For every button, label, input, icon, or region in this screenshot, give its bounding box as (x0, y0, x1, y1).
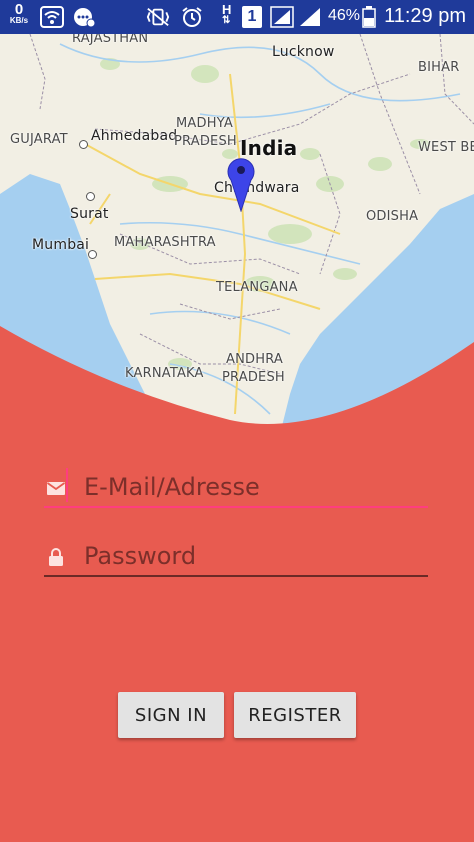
password-field-container (44, 537, 428, 577)
wifi-icon (40, 6, 64, 28)
sim-slot-badge: 1 (242, 6, 262, 28)
map-label-surat: Surat (70, 206, 109, 222)
map-label-pradesh-mp: PRADESH (174, 134, 237, 149)
email-field-container (44, 468, 428, 508)
location-pin-icon[interactable] (225, 154, 257, 212)
map-label-rajasthan: RAJASTHAN (72, 34, 149, 46)
battery-percent: 46% (328, 7, 361, 24)
signal-strength-icon (300, 8, 320, 26)
map-label-odisha: ODISHA (366, 209, 419, 224)
register-button[interactable]: REGISTER (234, 692, 356, 738)
alarm-icon (182, 7, 202, 27)
vibrate-mute-icon (146, 7, 170, 27)
map-label-ahmedabad: Ahmedabad (91, 128, 178, 144)
map-label-madhya: MADHYA (176, 116, 233, 131)
status-bar: 0 KB/s H ⇅ 1 46% 11:29 pm (0, 0, 474, 34)
header-wave (0, 326, 474, 450)
chat-notification-icon (74, 8, 96, 28)
map-city-marker (79, 140, 88, 149)
map-label-mumbai: Mumbai (32, 237, 90, 253)
map-city-marker (86, 192, 95, 201)
password-input[interactable] (82, 537, 428, 575)
network-speed: 0 KB/s (4, 2, 34, 25)
text-cursor (66, 468, 68, 502)
network-speed-value: 0 (14, 1, 24, 18)
signal-icon (270, 6, 294, 28)
email-input[interactable] (82, 468, 428, 506)
network-type-indicator: H ⇅ (222, 2, 232, 26)
network-speed-unit: KB/s (9, 16, 29, 25)
email-underline (44, 506, 428, 508)
map-label-maharashtra: MAHARASHTRA (114, 235, 216, 250)
map-city-marker (88, 250, 97, 259)
map-label-telangana: TELANGANA (216, 280, 298, 295)
map-label-gujarat: GUJARAT (10, 132, 68, 147)
map-label-lucknow: Lucknow (272, 44, 335, 60)
clock-time: 11:29 pm (384, 5, 466, 27)
email-icon (46, 482, 66, 495)
battery-icon (362, 6, 376, 28)
map-label-bihar: BIHAR (418, 60, 460, 75)
map-label-west-bengal: WEST BE (418, 140, 474, 155)
password-underline (44, 575, 428, 577)
sign-in-button[interactable]: SIGN IN (118, 692, 224, 738)
lock-icon (49, 548, 63, 566)
